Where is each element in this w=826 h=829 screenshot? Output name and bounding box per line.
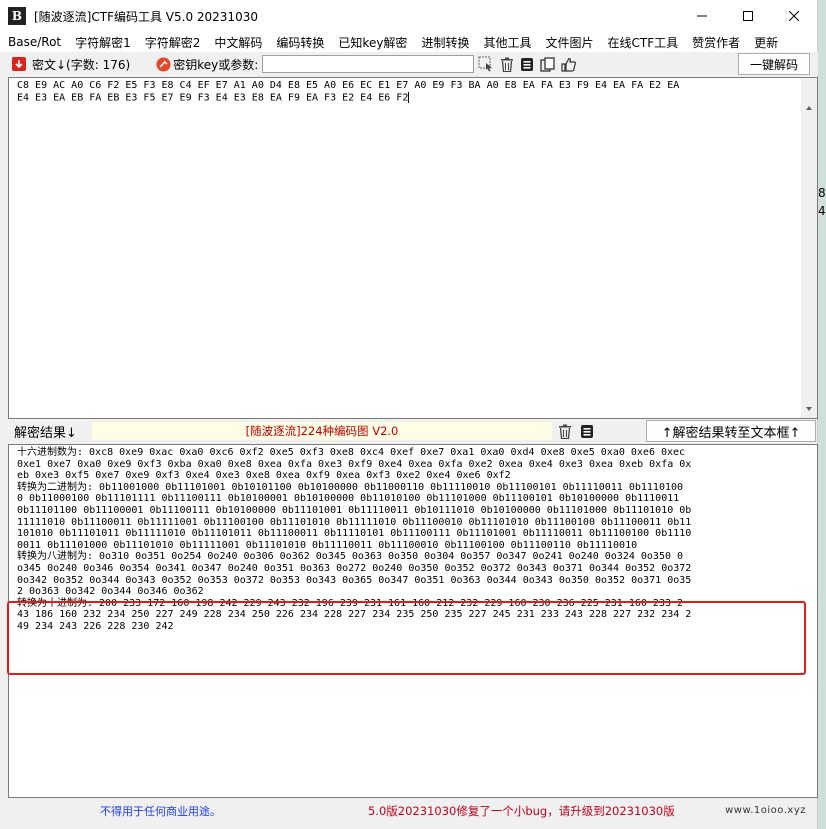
scroll-up-icon[interactable] <box>801 101 817 115</box>
menu-base-convert[interactable]: 进制转换 <box>421 34 469 51</box>
menu-other-tools[interactable]: 其他工具 <box>483 34 531 51</box>
result-line: 转换为二进制为: 0b11001000 0b11101001 0b1010110… <box>17 481 684 493</box>
window-title: [随波逐流]CTF编码工具 V5.0 20231030 <box>34 9 258 24</box>
status-disclaimer: 不得用于任何商业用途。 <box>100 805 221 818</box>
result-header: 解密结果↓ [随波逐流]224种编码图 V2.0 ↑解密结果转至文本框↑ <box>0 420 818 442</box>
menu-online-ctf-tools[interactable]: 在线CTF工具 <box>607 34 678 51</box>
side-fragment: 4 <box>818 204 826 218</box>
key-label: 密钥key或参数: <box>173 57 259 72</box>
one-click-decode-button[interactable]: 一键解码 <box>738 53 810 75</box>
maximize-button[interactable] <box>725 0 771 32</box>
menu-update[interactable]: 更新 <box>754 34 778 51</box>
cipher-label: 密文↓(字数: 176) <box>32 57 131 72</box>
menu-known-key-decrypt[interactable]: 已知key解密 <box>338 34 407 51</box>
result-line: 2 0o363 0o342 0o344 0o346 0o362 <box>17 586 204 598</box>
watermark: www.1oioo.xyz <box>725 805 806 816</box>
paste-icon[interactable] <box>540 56 555 72</box>
menu-encoding-convert[interactable]: 编码转换 <box>276 34 324 51</box>
result-line: 0xe1 0xe7 0xa0 0xe9 0xf3 0xba 0xa0 0xe8 … <box>17 458 692 470</box>
cipher-line: C8 E9 AC A0 C6 F2 E5 F3 E8 C4 EF E7 A1 A… <box>17 80 680 91</box>
title-bar[interactable]: B [随波逐流]CTF编码工具 V5.0 20231030 <box>0 0 817 32</box>
menu-char-decrypt-1[interactable]: 字符解密1 <box>75 34 131 51</box>
menu-chinese-decode[interactable]: 中文解码 <box>214 34 262 51</box>
app-logo-icon: B <box>8 7 26 25</box>
cipher-down-arrow-icon <box>12 57 26 71</box>
result-copy-icon[interactable] <box>580 424 594 439</box>
minimize-icon <box>697 15 707 17</box>
result-line: 0 0b11000100 0b11101111 0b11100111 0b101… <box>17 493 680 505</box>
result-line: eb 0xe3 0xf5 0xe7 0xe9 0xf3 0xe4 0xe3 0x… <box>17 470 511 482</box>
result-line: 0o342 0o352 0o344 0o343 0o352 0o353 0o37… <box>17 574 692 586</box>
window-controls <box>679 0 817 32</box>
transfer-result-button[interactable]: ↑解密结果转至文本框↑ <box>646 420 816 442</box>
encoding-chart-banner[interactable]: [随波逐流]224种编码图 V2.0 <box>92 422 552 440</box>
status-bar: 不得用于任何商业用途。 5.0版20231030修复了一个小bug，请升级到20… <box>0 800 818 822</box>
close-button[interactable] <box>771 0 817 32</box>
cipher-textarea[interactable]: C8 E9 AC A0 C6 F2 E5 F3 E8 C4 EF E7 A1 A… <box>8 77 818 419</box>
result-line: 转换为八进制为: 0o310 0o351 0o254 0o240 0o306 0… <box>17 551 684 563</box>
app-window: B [随波逐流]CTF编码工具 V5.0 20231030 Base/Rot 字… <box>0 0 818 829</box>
thumbs-up-icon[interactable] <box>561 57 577 72</box>
key-input[interactable] <box>262 55 475 73</box>
status-update-notice[interactable]: 5.0版20231030修复了一个小bug，请升级到20231030版 <box>368 803 675 819</box>
side-fragment: 8 <box>818 186 826 200</box>
toolbar: 密文↓(字数: 176) 密钥key或参数: 一键解码 <box>0 52 818 76</box>
close-icon <box>789 11 799 21</box>
maximize-icon <box>743 11 753 21</box>
result-line: 0b11101100 0b11100001 0b11100111 0b10100… <box>17 504 692 516</box>
result-line: 0011 0b11101000 0b11101010 0b11111001 0b… <box>17 539 638 551</box>
highlight-box <box>7 601 806 675</box>
menu-char-decrypt-2[interactable]: 字符解密2 <box>145 34 201 51</box>
menu-bar: Base/Rot 字符解密1 字符解密2 中文解码 编码转换 已知key解密 进… <box>0 32 817 52</box>
copy-icon[interactable] <box>520 57 534 72</box>
result-line: 101010 0b11101011 0b11111010 0b11101011 … <box>17 528 692 540</box>
scroll-down-icon[interactable] <box>801 402 817 416</box>
result-line: 11111010 0b11100011 0b11111001 0b1110010… <box>17 516 692 528</box>
menu-donate[interactable]: 赞赏作者 <box>692 34 740 51</box>
result-label: 解密结果↓ <box>14 425 77 441</box>
result-trash-icon[interactable] <box>558 424 572 439</box>
menu-file-image[interactable]: 文件图片 <box>545 34 593 51</box>
key-icon <box>156 57 171 72</box>
result-line: o345 0o240 0o346 0o354 0o341 0o347 0o240… <box>17 562 692 574</box>
text-cursor <box>408 91 410 103</box>
menu-base-rot[interactable]: Base/Rot <box>8 35 61 49</box>
cursor-select-icon[interactable] <box>478 56 494 72</box>
cipher-line: E4 E3 EA EB FA EB E3 F5 E7 E9 F3 E4 E3 E… <box>17 91 410 104</box>
cipher-scrollbar[interactable] <box>801 78 817 418</box>
minimize-button[interactable] <box>679 0 725 32</box>
trash-icon[interactable] <box>500 57 514 72</box>
result-line: 十六进制数为: 0xc8 0xe9 0xac 0xa0 0xc6 0xf2 0x… <box>17 447 686 458</box>
